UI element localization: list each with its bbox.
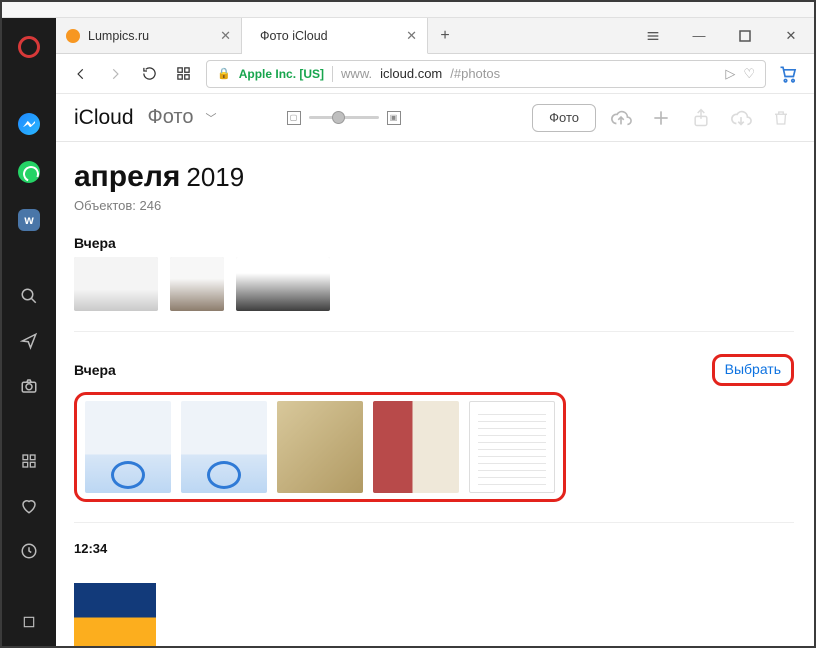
highlight-select: Выбрать xyxy=(712,354,794,386)
cart-icon[interactable] xyxy=(778,64,800,84)
highlight-photos xyxy=(74,392,566,502)
messenger-icon[interactable] xyxy=(17,113,41,135)
easy-setup-icon[interactable] xyxy=(630,18,676,53)
close-icon[interactable]: ✕ xyxy=(220,28,231,44)
collapse-icon[interactable] xyxy=(17,613,41,632)
photo-thumb[interactable] xyxy=(74,257,158,311)
close-icon[interactable]: ✕ xyxy=(406,28,417,44)
url-field[interactable]: 🔒 Apple Inc. [US] www. icloud.com /#photos… xyxy=(206,60,766,88)
back-button[interactable] xyxy=(70,63,92,85)
os-menubar xyxy=(2,2,814,18)
new-tab-button[interactable]: + xyxy=(428,18,462,53)
lumpics-favicon-icon xyxy=(66,29,80,43)
send-page-icon[interactable]: ▷ xyxy=(725,66,735,82)
photo-thumb[interactable] xyxy=(469,401,555,493)
opera-logo-icon[interactable] xyxy=(17,36,41,58)
tab-label: Фото iCloud xyxy=(260,29,328,43)
zoom-large-icon: ▣ xyxy=(387,111,401,125)
opera-sidebar: w xyxy=(2,18,56,646)
year-heading: 2019 xyxy=(186,162,244,192)
download-cloud-icon[interactable] xyxy=(726,103,756,133)
photo-thumb[interactable] xyxy=(277,401,363,493)
photo-thumb[interactable] xyxy=(170,257,224,311)
search-icon[interactable] xyxy=(17,286,41,305)
photo-filter-button[interactable]: Фото xyxy=(532,104,596,132)
photo-thumb[interactable] xyxy=(85,401,171,493)
thumbnail-size-slider[interactable]: ▢ ▣ xyxy=(287,111,401,125)
zoom-small-icon: ▢ xyxy=(287,111,301,125)
add-button[interactable] xyxy=(646,103,676,133)
app-toolbar: iCloud Фото ﹀ ▢ ▣ Фото xyxy=(56,94,814,142)
object-count: Объектов: 246 xyxy=(74,198,794,213)
address-bar: 🔒 Apple Inc. [US] www. icloud.com /#photos… xyxy=(56,54,814,94)
tab-bar: Lumpics.ru ✕ Фото iCloud ✕ + — ✕ xyxy=(56,18,814,54)
forward-button[interactable] xyxy=(104,63,126,85)
tab-label: Lumpics.ru xyxy=(88,29,149,43)
month-heading: апреля xyxy=(74,160,180,193)
section-time: 12:34 xyxy=(74,541,794,556)
share-icon[interactable] xyxy=(686,103,716,133)
close-window-button[interactable]: ✕ xyxy=(768,18,814,53)
photo-thumb[interactable] xyxy=(236,257,330,311)
whatsapp-icon[interactable] xyxy=(17,161,41,183)
apps-grid-icon[interactable] xyxy=(17,451,41,470)
chevron-down-icon[interactable]: ﹀ xyxy=(206,110,217,126)
tab-lumpics[interactable]: Lumpics.ru ✕ xyxy=(56,18,242,53)
upload-cloud-icon[interactable] xyxy=(606,103,636,133)
url-domain: icloud.com xyxy=(380,66,442,81)
speed-dial-button[interactable] xyxy=(172,63,194,85)
section-title: Вчера xyxy=(74,235,116,251)
url-host: www. xyxy=(341,66,372,81)
minimize-button[interactable]: — xyxy=(676,18,722,53)
photo-thumb[interactable] xyxy=(74,562,156,646)
trash-icon[interactable] xyxy=(766,103,796,133)
vk-icon[interactable]: w xyxy=(17,209,41,231)
send-icon[interactable] xyxy=(17,332,41,351)
ev-cert-badge: Apple Inc. [US] xyxy=(239,67,324,81)
section-title: Вчера xyxy=(74,362,116,378)
url-path: /#photos xyxy=(450,66,500,81)
slider-thumb[interactable] xyxy=(332,111,345,124)
reload-button[interactable] xyxy=(138,63,160,85)
section-label[interactable]: Фото xyxy=(148,106,194,129)
camera-icon[interactable] xyxy=(17,377,41,396)
tab-icloud-photo[interactable]: Фото iCloud ✕ xyxy=(242,18,428,54)
select-button[interactable]: Выбрать xyxy=(725,361,781,377)
photo-thumb[interactable] xyxy=(373,401,459,493)
brand-label: iCloud xyxy=(74,106,134,130)
bookmark-icon[interactable]: ♡ xyxy=(743,66,755,82)
photo-content: апреля2019 Объектов: 246 Вчера xyxy=(56,142,814,646)
heart-icon[interactable] xyxy=(17,496,41,515)
lock-icon: 🔒 xyxy=(217,67,231,80)
slider-track[interactable] xyxy=(309,116,379,119)
maximize-button[interactable] xyxy=(722,18,768,53)
thumbnail-row xyxy=(74,257,794,311)
photo-thumb[interactable] xyxy=(181,401,267,493)
clock-icon[interactable] xyxy=(17,542,41,561)
